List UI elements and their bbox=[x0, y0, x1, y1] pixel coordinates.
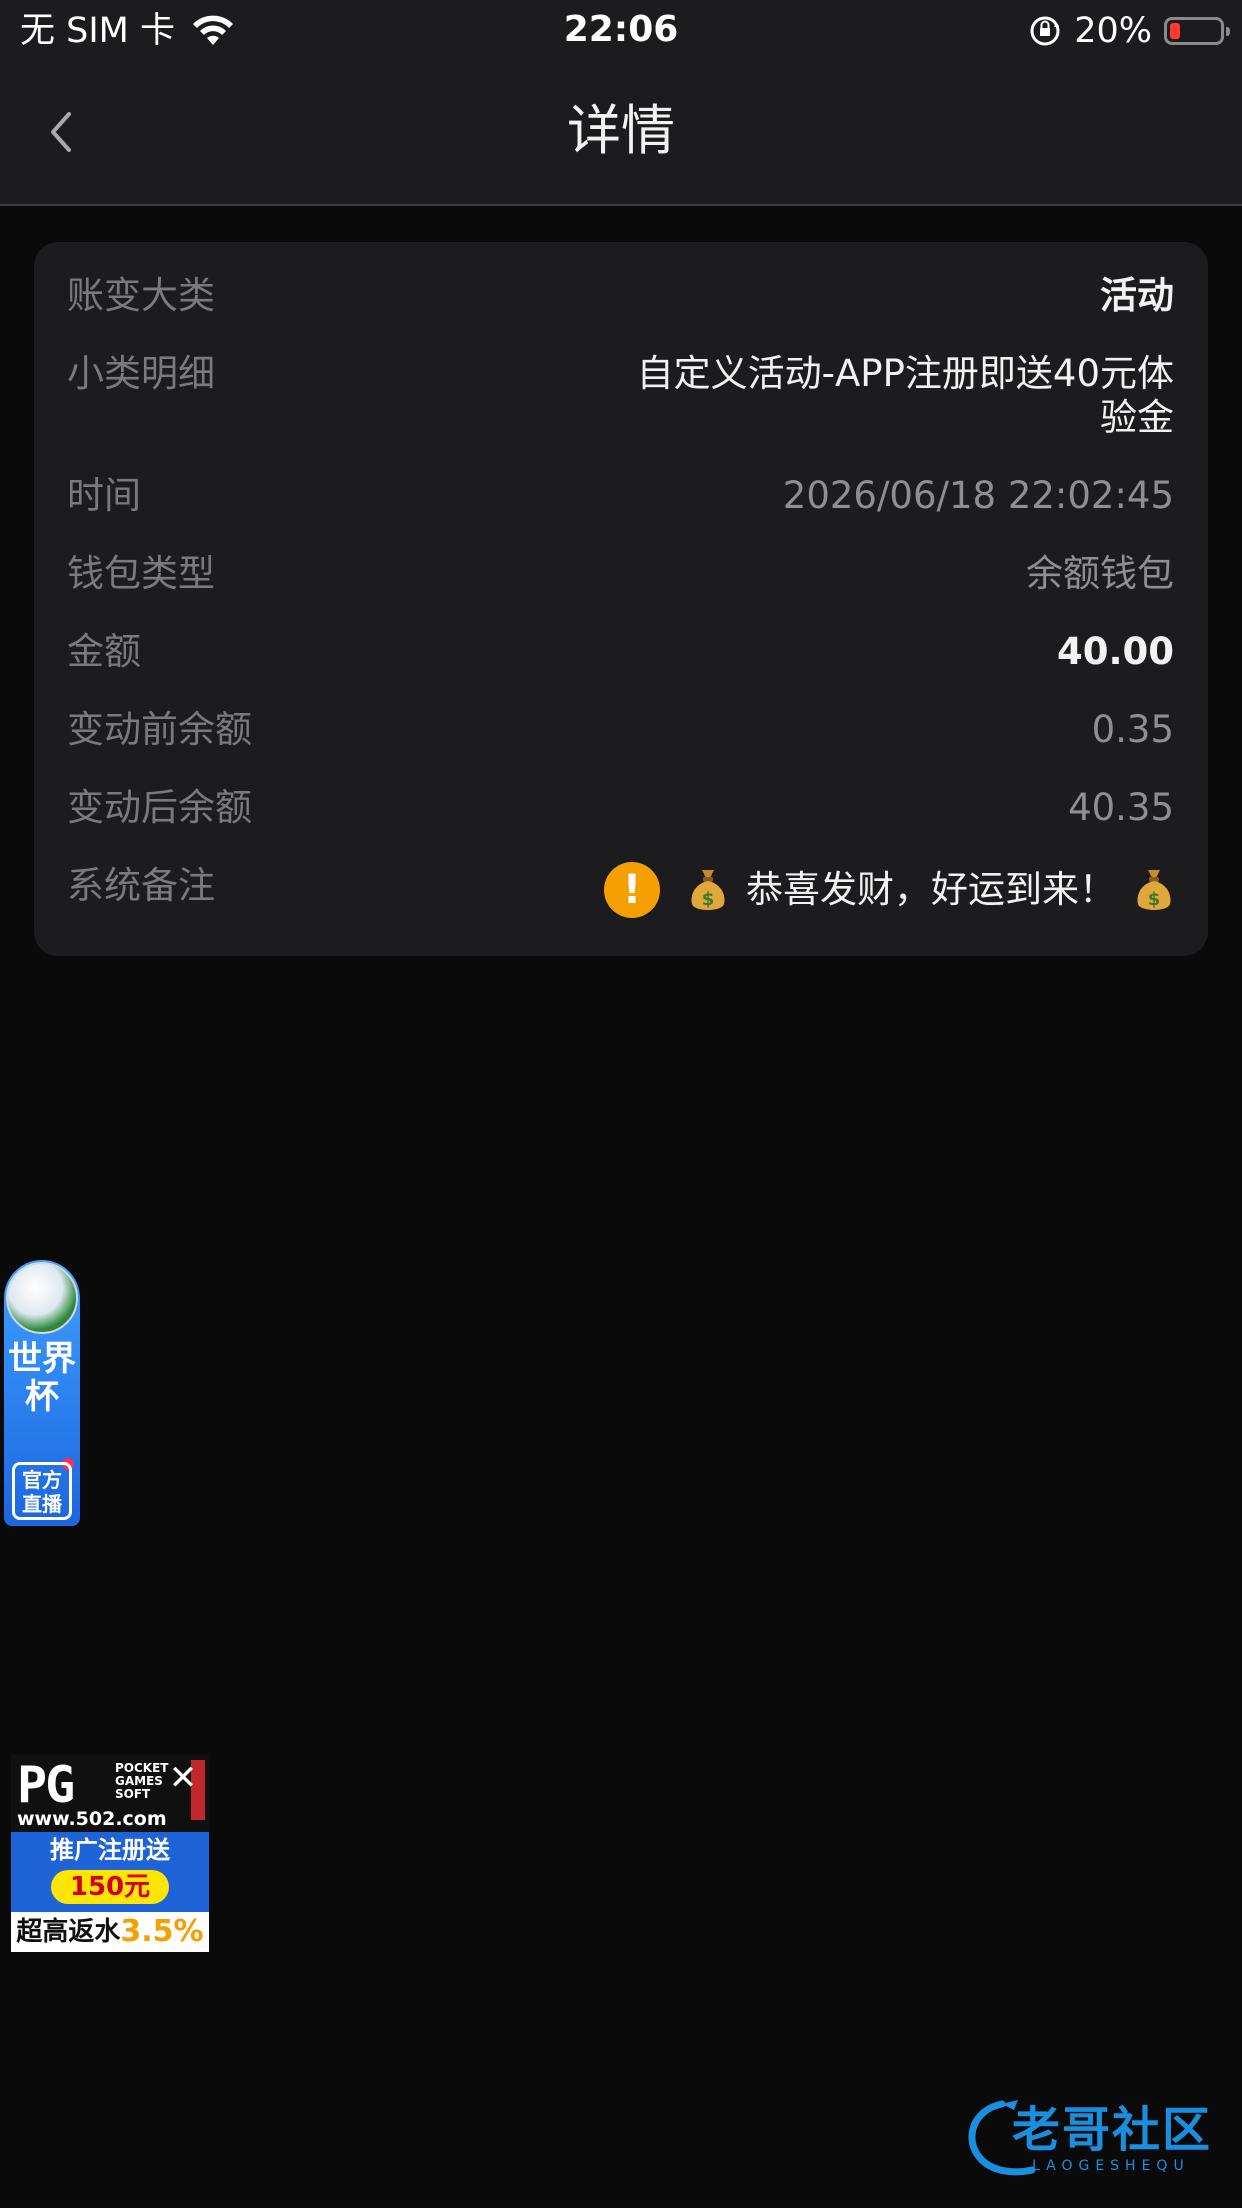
page-title: 详情 bbox=[567, 99, 675, 162]
pg-url: www.502.com bbox=[17, 1808, 167, 1830]
close-icon[interactable]: ✕ bbox=[167, 1761, 199, 1795]
nav-bar: 详情 bbox=[0, 62, 1242, 206]
detail-row-time: 时间 2026/06/18 22:02:45 bbox=[67, 474, 1174, 518]
detail-row-category: 账变大类 活动 bbox=[67, 274, 1174, 318]
remark-label: 系统备注 bbox=[67, 864, 215, 907]
balance-after-value: 40.35 bbox=[1068, 786, 1174, 829]
warning-icon: ! bbox=[604, 862, 660, 918]
category-value: 活动 bbox=[1100, 274, 1174, 317]
worldcup-ad[interactable]: 世界杯 官方直播 bbox=[4, 1260, 80, 1526]
svg-text:$: $ bbox=[702, 889, 715, 910]
worldcup-badge: 官方直播 bbox=[12, 1462, 72, 1520]
pg-amount: 150元 bbox=[51, 1870, 169, 1904]
detail-row-amount: 金额 40.00 bbox=[67, 630, 1174, 674]
pg-promo-text: 推广注册送 bbox=[50, 1836, 170, 1864]
detail-row-balance-before: 变动前余额 0.35 bbox=[67, 708, 1174, 752]
pg-rebate-label: 超高返水 bbox=[16, 1917, 121, 1947]
pg-pocket-text: POCKET GAMES SOFT bbox=[115, 1761, 169, 1801]
soccer-ball-icon bbox=[6, 1262, 78, 1334]
watermark-text: 老哥社区 bbox=[1012, 2102, 1213, 2158]
detail-card: 账变大类 活动 小类明细 自定义活动-APP注册即送40元体验金 时间 2026… bbox=[34, 242, 1208, 956]
amount-label: 金额 bbox=[67, 630, 141, 673]
balance-after-label: 变动后余额 bbox=[67, 786, 252, 829]
pg-ad[interactable]: PG POCKET GAMES SOFT www.502.com ✕ 推广注册送… bbox=[11, 1754, 209, 1952]
pg-rebate-value: 3.5% bbox=[120, 1914, 204, 1949]
orientation-lock-icon bbox=[1030, 16, 1060, 46]
subcategory-value: 自定义活动-APP注册即送40元体验金 bbox=[636, 352, 1174, 439]
detail-row-balance-after: 变动后余额 40.35 bbox=[67, 786, 1174, 830]
watermark-subtext: LAOGESHEQU bbox=[1032, 2158, 1190, 2174]
svg-text:$: $ bbox=[1148, 889, 1161, 910]
battery-percent: 20% bbox=[1074, 11, 1152, 51]
time-label: 时间 bbox=[67, 474, 141, 517]
wallet-label: 钱包类型 bbox=[67, 552, 215, 595]
subcategory-label: 小类明细 bbox=[67, 352, 215, 395]
pg-ad-header: PG POCKET GAMES SOFT www.502.com ✕ bbox=[11, 1754, 209, 1832]
worldcup-title: 世界杯 bbox=[8, 1339, 76, 1417]
detail-row-wallet: 钱包类型 余额钱包 bbox=[67, 552, 1174, 596]
money-bag-icon: $ bbox=[1137, 870, 1171, 910]
category-label: 账变大类 bbox=[67, 274, 215, 317]
battery-icon bbox=[1164, 17, 1230, 45]
detail-row-remark: 系统备注 ! $ 恭喜发财，好运到来！ $ bbox=[67, 862, 1174, 918]
time-value: 2026/06/18 22:02:45 bbox=[782, 474, 1174, 517]
remark-text: 恭喜发财，好运到来！ bbox=[746, 868, 1116, 911]
detail-row-subcategory: 小类明细 自定义活动-APP注册即送40元体验金 bbox=[67, 352, 1174, 440]
balance-before-value: 0.35 bbox=[1091, 708, 1174, 751]
pg-promo-panel: 推广注册送 150元 bbox=[11, 1832, 209, 1912]
wallet-value: 余额钱包 bbox=[1026, 552, 1174, 595]
pg-logo: PG bbox=[17, 1756, 75, 1814]
balance-before-label: 变动前余额 bbox=[67, 708, 252, 751]
money-bag-icon: $ bbox=[691, 870, 725, 910]
status-right-group: 20% bbox=[1028, 10, 1230, 52]
battery-level bbox=[1170, 23, 1180, 39]
pg-rebate-bar: 超高返水 3.5% bbox=[11, 1912, 209, 1952]
status-bar: 无 SIM 卡 22:06 20% bbox=[0, 0, 1242, 62]
remark-value: ! $ 恭喜发财，好运到来！ $ bbox=[604, 862, 1174, 918]
amount-value: 40.00 bbox=[1056, 630, 1174, 673]
watermark-logo: 老哥社区 LAOGESHEQU bbox=[962, 2096, 1224, 2180]
